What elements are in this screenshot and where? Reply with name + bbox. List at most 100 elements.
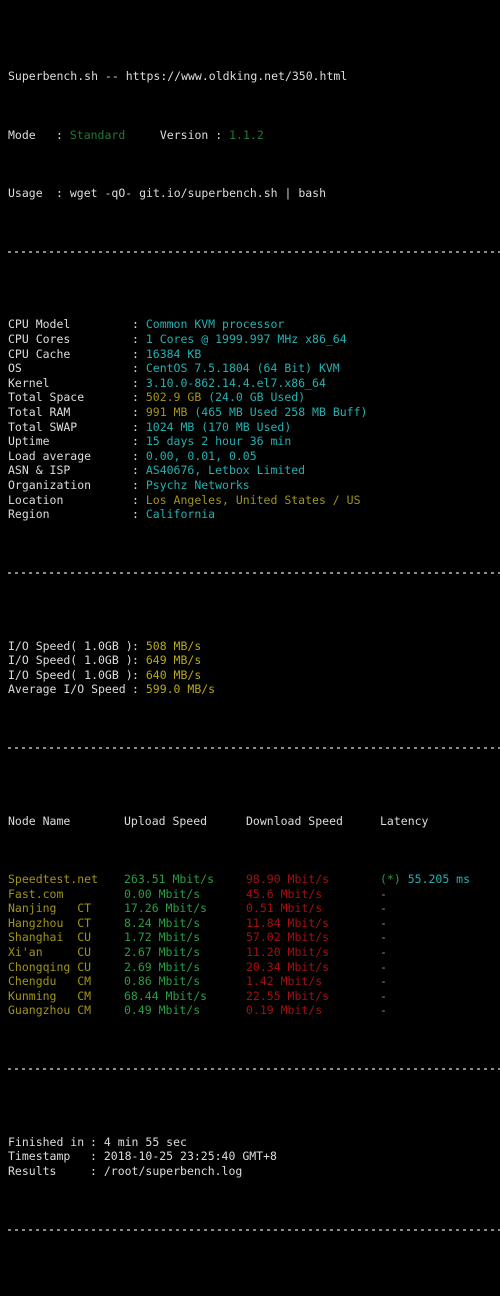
sysinfo-row: CPU Cache: 16384 KB <box>8 347 500 362</box>
speedtest-node-name: Fast.com <box>8 886 64 901</box>
speedtest-row: Nanjing CT 17.26 Mbit/s 0.51 Mbit/s - <box>8 901 500 916</box>
mode-label: Mode <box>8 127 36 142</box>
speedtest-latency-cell: - <box>380 901 387 916</box>
speedtest-row: Speedtest.net 263.51 Mbit/s 98.90 Mbit/s (*… <box>8 872 500 887</box>
sysinfo-label: CPU Cache <box>8 346 71 361</box>
sysinfo-row: Total RAM: 991 MB (465 MB Used 258 MB Bu… <box>8 405 500 420</box>
speedtest-download-speed: 1.42 Mbit/s <box>246 974 323 989</box>
sysinfo-row: CPU Cores: 1 Cores @ 1999.997 MHz x86_64 <box>8 332 500 347</box>
script-title-line: Superbench.sh -- https://www.oldking.net… <box>8 69 500 84</box>
speedtest-latency-cell: - <box>380 960 387 975</box>
summary-value: /root/superbench.log <box>103 1163 243 1178</box>
speedtest-row: Hangzhou CT 8.24 Mbit/s 11.84 Mbit/s - <box>8 916 500 931</box>
speedtest-upload-speed: 68.44 Mbit/s <box>124 988 208 1003</box>
sysinfo-label: Total Space <box>8 390 85 405</box>
mode-value: Standard <box>69 127 126 142</box>
speedtest-latency-value: - <box>380 988 387 1003</box>
io-speed-colon: : <box>132 667 146 682</box>
sysinfo-row: Kernel: 3.10.0-862.14.4.el7.x86_64 <box>8 376 500 391</box>
speedtest-row: Guangzhou CM 0.49 Mbit/s 0.19 Mbit/s - <box>8 1003 500 1018</box>
separator-2 <box>8 566 500 581</box>
sysinfo-row: Total Space: 502.9 GB (24.0 GB Used) <box>8 390 500 405</box>
speedtest-download-speed: 22.55 Mbit/s <box>246 988 330 1003</box>
speedtest-row: Chengdu CM 0.86 Mbit/s 1.42 Mbit/s - <box>8 974 500 989</box>
sysinfo-colon: : <box>132 448 146 463</box>
speedtest-upload-speed: 17.26 Mbit/s <box>124 901 208 916</box>
io-speed-row: I/O Speed( 1.0GB ): 508 MB/s <box>8 639 500 654</box>
sysinfo-value: California <box>145 507 216 522</box>
speedtest-download-speed: 98.90 Mbit/s <box>246 872 330 887</box>
speedtest-node-name: Shanghai CU <box>8 930 92 945</box>
terminal-output: Superbench.sh -- https://www.oldking.net… <box>0 0 500 1296</box>
sysinfo-label: ASN & ISP <box>8 463 71 478</box>
speedtest-upload-speed: 2.67 Mbit/s <box>124 945 201 959</box>
sysinfo-label: Organization <box>8 478 92 492</box>
sysinfo-label: CPU Cores <box>8 332 71 347</box>
sysinfo-value-extra: (465 MB Used 258 MB Buff) <box>194 405 368 420</box>
sysinfo-value: 16384 KB <box>145 346 202 361</box>
io-speed-colon: : <box>132 653 146 668</box>
speedtest-latency-value: - <box>380 945 387 959</box>
sysinfo-label: OS <box>8 361 22 376</box>
sysinfo-colon: : <box>132 405 146 420</box>
speedtest-latency-value: - <box>380 901 387 916</box>
column-header-node-name: Node Name <box>8 813 71 828</box>
sysinfo-label: Total RAM <box>8 405 71 420</box>
sysinfo-value: CentOS 7.5.1804 (64 Bit) KVM <box>145 361 340 376</box>
speedtest-row: Shanghai CU 1.72 Mbit/s 57.02 Mbit/s - <box>8 930 500 945</box>
speedtest-node-name: Nanjing CT <box>8 901 92 916</box>
io-speed-label: I/O Speed( 1.0GB ) <box>8 653 133 668</box>
sysinfo-colon: : <box>132 507 146 522</box>
system-info-block: CPU Model: Common KVM processor CPU Cores… <box>8 317 500 521</box>
usage-label: Usage <box>8 186 43 201</box>
speedtest-latency-value: - <box>380 974 387 989</box>
sysinfo-label: Total SWAP <box>8 419 78 434</box>
summary-row: Timestamp: 2018-10-25 23:25:40 GMT+8 <box>8 1149 500 1164</box>
speedtest-latency-value: - <box>380 959 387 974</box>
speedtest-node-name: Hangzhou CT <box>8 915 92 930</box>
summary-label: Finished in <box>8 1134 85 1149</box>
speedtest-upload-speed: 0.86 Mbit/s <box>124 974 201 989</box>
speedtest-row: Kunming CM 68.44 Mbit/s 22.55 Mbit/s - <box>8 989 500 1004</box>
speedtest-upload-speed: 1.72 Mbit/s <box>124 930 201 945</box>
sysinfo-row: CPU Model: Common KVM processor <box>8 317 500 332</box>
speedtest-latency-cell: - <box>380 930 387 945</box>
speedtest-node-name: Guangzhou CM <box>8 1003 92 1018</box>
speedtest-latency-marker: (*) <box>380 872 408 887</box>
io-speed-value: 508 MB/s <box>145 638 202 653</box>
speedtest-latency-cell: - <box>380 989 387 1004</box>
sysinfo-value: 991 MB <box>145 405 188 420</box>
summary-row: Results: /root/superbench.log <box>8 1164 500 1179</box>
sysinfo-colon: : <box>132 434 146 449</box>
sysinfo-colon: : <box>132 317 146 332</box>
io-speed-value: 649 MB/s <box>145 653 202 668</box>
sysinfo-value: Psychz Networks <box>145 478 250 492</box>
speedtest-node-name: Xi'an CU <box>8 945 92 959</box>
speedtest-rows: Speedtest.net 263.51 Mbit/s 98.90 Mbit/s (*… <box>8 872 500 1018</box>
sysinfo-colon: : <box>132 390 146 405</box>
sysinfo-value: Los Angeles, United States / US <box>145 492 361 507</box>
sysinfo-colon: : <box>132 419 146 434</box>
sysinfo-row: ASN & ISP: AS40676, Letbox Limited <box>8 463 500 478</box>
share-result-title: Share result: <box>8 1295 500 1296</box>
usage-colon: : <box>56 186 70 201</box>
speedtest-latency-value: - <box>380 915 387 930</box>
io-speed-row: Average I/O Speed: 599.0 MB/s <box>8 682 500 697</box>
usage-line: Usage: wget -qO- git.io/superbench.sh | … <box>8 186 500 201</box>
separator-1 <box>8 245 500 260</box>
mode-colon: : <box>56 127 70 142</box>
sysinfo-colon: : <box>132 375 146 390</box>
speedtest-latency-cell: - <box>380 887 387 902</box>
mode-version-gap <box>125 128 160 142</box>
usage-value: wget -qO- git.io/superbench.sh | bash <box>69 186 327 201</box>
column-header-latency: Latency <box>380 813 429 828</box>
speedtest-download-speed: 57.02 Mbit/s <box>246 930 330 945</box>
summary-label: Timestamp <box>8 1149 71 1164</box>
speedtest-upload-speed: 263.51 Mbit/s <box>124 872 215 887</box>
sysinfo-colon: : <box>132 478 146 492</box>
speedtest-download-speed: 0.51 Mbit/s <box>246 901 323 916</box>
sysinfo-row: OS: CentOS 7.5.1804 (64 Bit) KVM <box>8 361 500 376</box>
script-title: Superbench.sh -- https://www.oldking.net… <box>8 69 348 84</box>
io-speed-value: 640 MB/s <box>145 667 202 682</box>
speedtest-row: Xi'an CU 2.67 Mbit/s 11.20 Mbit/s - <box>8 945 500 960</box>
